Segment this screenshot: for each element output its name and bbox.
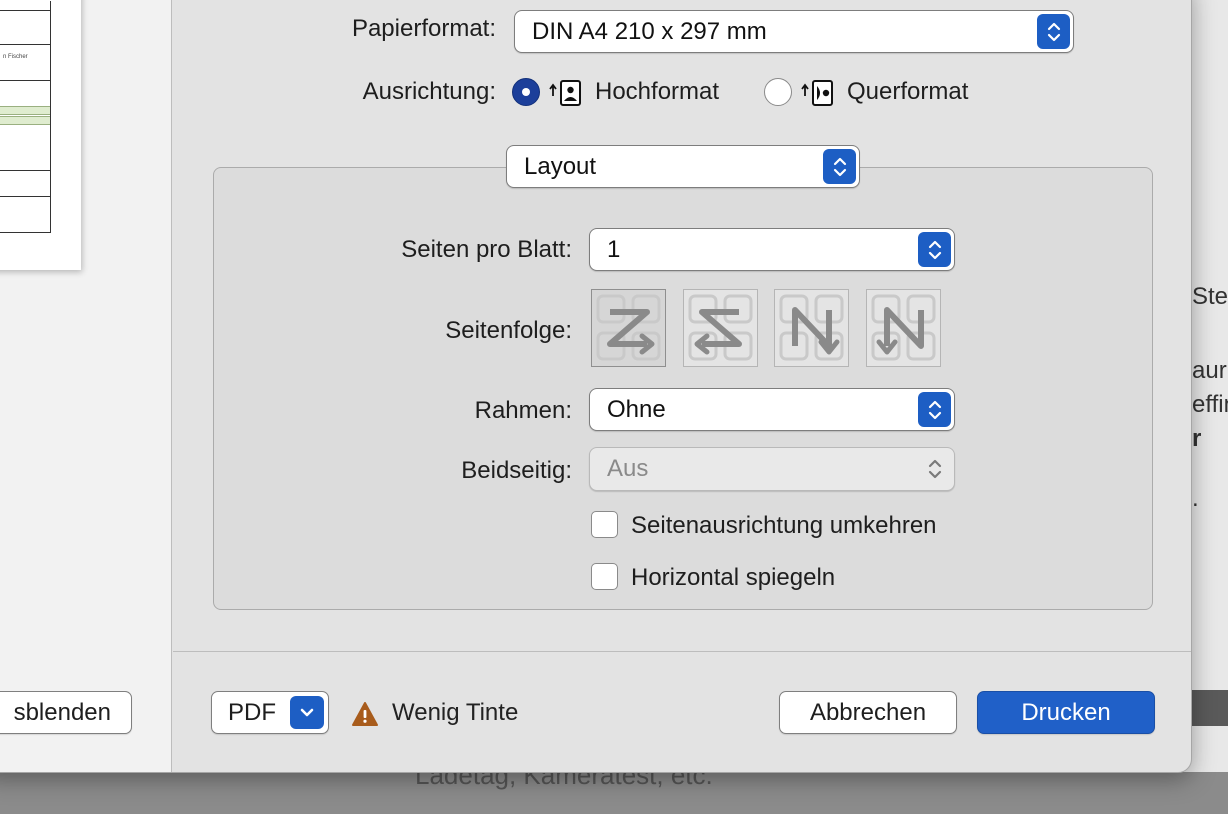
footer-divider bbox=[173, 651, 1191, 652]
preview-pane: n Fischer sblenden bbox=[0, 0, 172, 772]
border-label: Rahmen: bbox=[474, 397, 572, 424]
duplex-value: Aus bbox=[607, 455, 649, 482]
warning-triangle-icon bbox=[351, 701, 379, 732]
duplex-popup: Aus bbox=[589, 447, 955, 491]
chevron-up-down-icon bbox=[918, 392, 951, 427]
border-popup[interactable]: Ohne bbox=[589, 388, 955, 431]
cancel-button[interactable]: Abbrechen bbox=[779, 691, 957, 734]
show-details-button[interactable]: sblenden bbox=[0, 691, 132, 734]
duplex-label: Beidseitig: bbox=[461, 457, 572, 484]
portrait-label: Hochformat bbox=[595, 78, 720, 105]
pdf-menu-button[interactable]: PDF bbox=[211, 691, 329, 734]
preview-cell-text: n Fischer bbox=[3, 54, 28, 60]
page-order-reverse-z-button[interactable] bbox=[683, 289, 758, 367]
pdf-label: PDF bbox=[228, 698, 276, 726]
chevron-up-down-icon bbox=[918, 232, 951, 267]
print-button[interactable]: Drucken bbox=[977, 691, 1155, 734]
section-value: Layout bbox=[524, 152, 597, 180]
portrait-page-icon bbox=[549, 80, 585, 111]
page-order-n-button[interactable] bbox=[866, 289, 941, 367]
chevron-up-down-icon bbox=[918, 451, 951, 487]
paper-size-popup[interactable]: DIN A4 210 x 297 mm bbox=[514, 10, 1074, 53]
flip-horizontal-label: Horizontal spiegeln bbox=[631, 564, 836, 591]
orientation-label: Ausrichtung: bbox=[362, 78, 496, 105]
reverse-n-order-icon bbox=[779, 294, 844, 361]
background-text: aur bbox=[1192, 357, 1227, 384]
landscape-label: Querformat bbox=[847, 78, 969, 105]
radio-landscape[interactable] bbox=[764, 78, 792, 106]
flip-horizontal-checkbox[interactable] bbox=[591, 563, 618, 590]
radio-portrait[interactable] bbox=[512, 78, 540, 106]
print-dialog: n Fischer sblenden Papierformat: DIN A4 … bbox=[0, 0, 1192, 773]
paper-size-value: DIN A4 210 x 297 mm bbox=[532, 17, 767, 45]
chevron-up-down-icon bbox=[1037, 14, 1070, 49]
page-preview[interactable]: n Fischer bbox=[0, 0, 81, 270]
border-value: Ohne bbox=[607, 395, 666, 423]
background-text: Ste bbox=[1192, 283, 1228, 310]
paper-size-label: Papierformat: bbox=[351, 15, 496, 42]
reverse-orientation-checkbox[interactable] bbox=[591, 511, 618, 538]
pages-per-sheet-label: Seiten pro Blatt: bbox=[401, 236, 572, 263]
ink-warning-text: Wenig Tinte bbox=[392, 699, 519, 726]
chevron-down-icon bbox=[290, 696, 324, 729]
background-text: r bbox=[1192, 425, 1202, 452]
landscape-page-icon bbox=[801, 80, 837, 111]
page-order-label: Seitenfolge: bbox=[445, 317, 572, 344]
background-text: . bbox=[1192, 485, 1199, 512]
section-popup[interactable]: Layout bbox=[506, 145, 860, 188]
n-order-icon bbox=[871, 294, 936, 361]
reverse-z-order-icon bbox=[688, 294, 753, 361]
background-text: effin bbox=[1192, 391, 1228, 418]
pages-per-sheet-popup[interactable]: 1 bbox=[589, 228, 955, 271]
page-order-reverse-n-button[interactable] bbox=[774, 289, 849, 367]
pages-per-sheet-value: 1 bbox=[607, 235, 621, 263]
page-order-z-button[interactable] bbox=[591, 289, 666, 367]
reverse-orientation-label: Seitenausrichtung umkehren bbox=[631, 512, 937, 539]
chevron-up-down-icon bbox=[823, 149, 856, 184]
z-order-icon bbox=[596, 294, 661, 361]
